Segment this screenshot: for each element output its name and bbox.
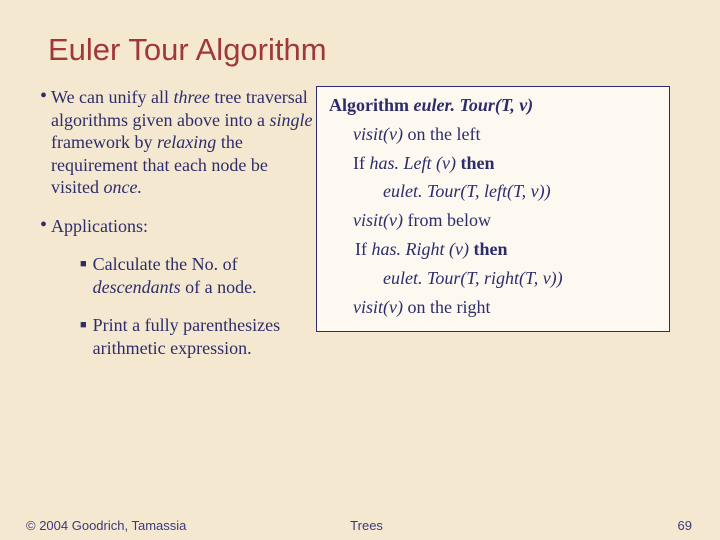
left-column: • We can unify all three tree traversal …	[40, 86, 320, 375]
square-bullet-icon: ■	[80, 258, 87, 270]
sub-bullet-1-text: Calculate the No. of descendants of a no…	[93, 253, 320, 300]
sub-bullet-1: ■ Calculate the No. of descendants of a …	[80, 253, 320, 300]
bullet-2: • Applications:	[40, 215, 320, 238]
right-column: Algorithm euler. Tour(T, v) visit(v) on …	[320, 86, 670, 375]
algo-line-4: eulet. Tour(T, left(T, v))	[329, 177, 659, 206]
bullet-dot-icon: •	[40, 86, 47, 106]
algo-line-6: If has. Right (v) then	[329, 235, 659, 264]
bullet-1-text: We can unify all three tree traversal al…	[51, 86, 320, 199]
slide-title: Euler Tour Algorithm	[0, 0, 720, 68]
sub-bullet-2: ■ Print a fully parenthesizes arithmetic…	[80, 314, 320, 361]
bullet-dot-icon: •	[40, 215, 47, 235]
sub-bullet-2-text: Print a fully parenthesizes arithmetic e…	[93, 314, 320, 361]
algorithm-box: Algorithm euler. Tour(T, v) visit(v) on …	[316, 86, 670, 332]
algo-line-7: eulet. Tour(T, right(T, v))	[329, 264, 659, 293]
algo-line-5: visit(v) from below	[329, 206, 659, 235]
bullet-2-text: Applications:	[51, 215, 148, 238]
square-bullet-icon: ■	[80, 319, 87, 331]
bullet-1: • We can unify all three tree traversal …	[40, 86, 320, 199]
algo-line-3: If has. Left (v) then	[329, 149, 659, 178]
algo-line-8: visit(v) on the right	[329, 293, 659, 322]
copyright-text: © 2004 Goodrich, Tamassia	[26, 518, 186, 533]
page-number: 69	[678, 518, 692, 533]
footer-center-label: Trees	[350, 518, 383, 533]
algo-line-1: Algorithm euler. Tour(T, v)	[329, 91, 659, 120]
content-area: • We can unify all three tree traversal …	[0, 68, 720, 375]
algo-line-2: visit(v) on the left	[329, 120, 659, 149]
